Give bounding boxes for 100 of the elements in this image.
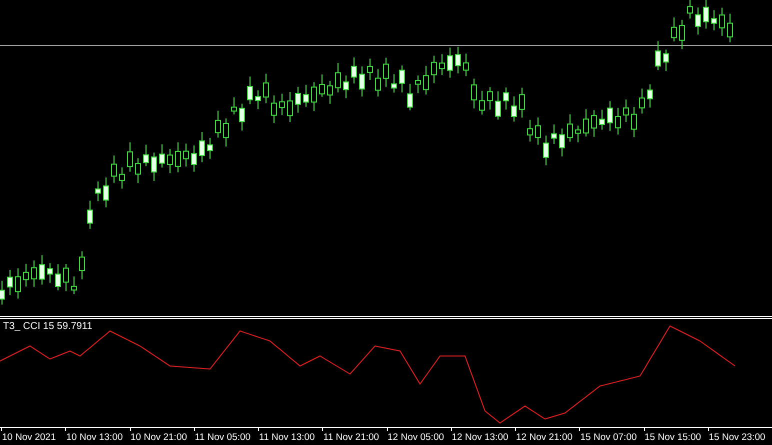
candle: [583, 108, 589, 137]
candle: [407, 83, 413, 111]
candle: [135, 158, 141, 184]
candle: [47, 262, 53, 284]
candle: [503, 87, 509, 110]
candle: [279, 93, 285, 116]
candle: [199, 132, 205, 163]
candle: [351, 56, 357, 84]
candle: [239, 103, 245, 132]
time-axis-label: 10 Nov 21:00: [130, 433, 188, 442]
candle: [623, 99, 629, 123]
candle: [215, 110, 221, 138]
candle: [399, 65, 405, 93]
candle: [615, 107, 621, 135]
candle: [695, 7, 701, 35]
candle: [103, 177, 109, 208]
candle: [207, 138, 213, 160]
candle: [519, 87, 525, 118]
candle: [703, 0, 709, 30]
candle: [271, 94, 277, 124]
candle: [63, 264, 69, 292]
time-axis-label: 11 Nov 13:00: [258, 433, 315, 442]
candle: [55, 264, 61, 291]
time-axis-label: 10 Nov 13:00: [65, 433, 123, 442]
candle: [655, 40, 661, 70]
candle: [247, 76, 253, 105]
candle: [175, 142, 181, 173]
candle: [671, 16, 677, 42]
candle: [343, 74, 349, 99]
candle: [183, 143, 189, 167]
candle: [479, 90, 485, 116]
candle: [167, 148, 173, 174]
candle: [463, 53, 469, 77]
candle: [39, 254, 45, 286]
candle: [631, 106, 637, 138]
candle: [223, 118, 229, 147]
time-axis-label: 11 Nov 05:00: [194, 433, 251, 442]
candle: [0, 280, 5, 306]
time-axis-label: 10 Nov 2021: [1, 433, 56, 442]
candle: [295, 86, 301, 114]
time-axis-label: 15 Nov 15:00: [644, 433, 702, 442]
candle: [7, 270, 13, 296]
candle: [495, 90, 501, 120]
candle: [127, 142, 133, 172]
candle: [415, 75, 421, 94]
candle: [159, 144, 165, 168]
candle: [79, 250, 85, 280]
candle: [663, 49, 669, 72]
candle: [23, 263, 29, 287]
time-axis-label: 11 Nov 21:00: [322, 433, 380, 442]
candle: [311, 82, 317, 112]
candle: [455, 46, 461, 74]
candle: [527, 119, 533, 142]
candle: [487, 86, 493, 110]
candle: [263, 73, 269, 104]
time-axis-label: 15 Nov 23:00: [708, 433, 766, 442]
candle: [87, 200, 93, 230]
candle: [95, 181, 101, 202]
candle: [559, 128, 565, 157]
time-axis-label: 15 Nov 07:00: [579, 433, 637, 442]
candle: [255, 90, 261, 110]
candle: [471, 78, 477, 109]
candle: [543, 135, 549, 166]
candle: [375, 68, 381, 97]
time-axis-label: 12 Nov 05:00: [386, 433, 444, 442]
candle: [599, 109, 605, 130]
candle: [591, 110, 597, 138]
candle: [303, 84, 309, 108]
candle: [679, 19, 685, 50]
candle: [327, 80, 333, 104]
candle: [287, 91, 293, 122]
candle: [727, 13, 733, 43]
candle: [719, 7, 725, 36]
candle: [431, 55, 437, 84]
candle: [551, 124, 557, 145]
candle: [383, 57, 389, 88]
candle: [511, 96, 517, 122]
candle: [191, 144, 197, 172]
candle: [335, 62, 341, 93]
candle: [367, 58, 373, 80]
candle: [647, 84, 653, 108]
candle: [111, 155, 117, 184]
candle: [639, 88, 645, 114]
candle: [319, 74, 325, 98]
candle: [15, 268, 21, 300]
candle: [439, 54, 445, 76]
candle: [31, 260, 37, 288]
candle: [359, 66, 365, 97]
candle: [711, 10, 717, 31]
indicator-label: T3_ CCI 15 59.7911: [3, 322, 92, 332]
time-axis-label: 12 Nov 21:00: [515, 433, 573, 442]
candle: [71, 276, 77, 295]
candle: [575, 125, 581, 143]
candle: [143, 144, 149, 167]
candle: [151, 152, 157, 182]
candle: [567, 114, 573, 142]
time-axis-label: 12 Nov 13:00: [450, 433, 508, 442]
candle: [535, 116, 541, 146]
candle: [119, 166, 125, 190]
candle: [391, 74, 397, 94]
